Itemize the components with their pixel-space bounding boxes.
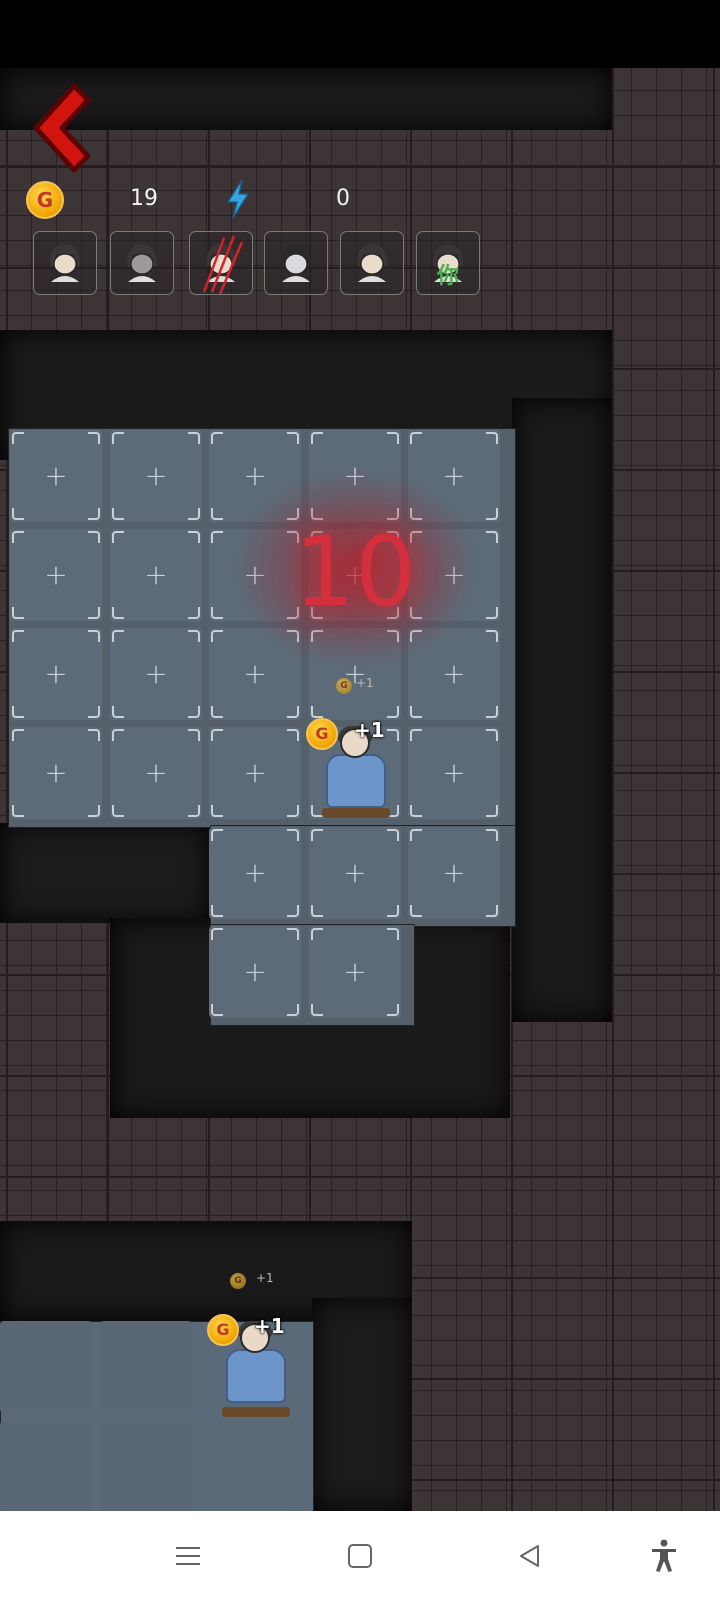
- corridor-left-wall: [0, 823, 210, 923]
- countdown-timer: 10: [293, 516, 417, 628]
- enemy-bed-coin-icon: G: [207, 1314, 239, 1346]
- floating-coin-text: +1: [356, 676, 374, 690]
- grid-cell[interactable]: +: [110, 727, 202, 819]
- character-slot[interactable]: [264, 231, 328, 295]
- bed-coin-icon[interactable]: G: [306, 718, 338, 750]
- grid-cell[interactable]: +: [209, 727, 301, 819]
- enemy-bed-income-label: +1: [254, 1314, 285, 1338]
- bed-frame: [222, 1407, 290, 1417]
- energy-count: 0: [336, 186, 350, 211]
- add-icon: +: [144, 459, 168, 492]
- girl-avatar-2-icon: [357, 244, 387, 282]
- system-navigation-bar: [0, 1511, 720, 1600]
- bed-frame: [322, 808, 390, 818]
- floating-coin-icon: G: [336, 678, 352, 694]
- add-icon: +: [343, 955, 367, 988]
- add-icon: +: [243, 756, 267, 789]
- lower-room-tile: [100, 1421, 192, 1511]
- add-icon: +: [44, 657, 68, 690]
- ghost-claw-avatar-icon: [202, 235, 244, 295]
- nav-accessibility-button[interactable]: [624, 1511, 704, 1600]
- menu-icon: [176, 1546, 200, 1565]
- bed-blanket: [226, 1349, 286, 1403]
- add-icon: +: [343, 856, 367, 889]
- grid-cell[interactable]: +: [309, 926, 401, 1018]
- floating-coin-text-lower: +1: [256, 1271, 274, 1285]
- add-icon: +: [44, 459, 68, 492]
- grid-cell[interactable]: +: [408, 827, 500, 919]
- lower-room-tile: [0, 1321, 92, 1413]
- add-icon: +: [44, 756, 68, 789]
- bed-income-label: +1: [354, 718, 385, 742]
- grid-cell[interactable]: +: [408, 727, 500, 819]
- add-icon: +: [442, 856, 466, 889]
- grid-cell[interactable]: +: [209, 827, 301, 919]
- bed-blanket: [326, 754, 386, 808]
- back-icon: [520, 1544, 539, 1567]
- lower-room-tile: [0, 1421, 92, 1511]
- energy-icon: [224, 178, 252, 220]
- girl-bow-avatar-icon: [127, 244, 157, 282]
- you-tag: 你: [437, 264, 460, 289]
- grid-cell[interactable]: +: [110, 628, 202, 720]
- add-icon: +: [44, 558, 68, 591]
- add-icon: +: [144, 657, 168, 690]
- nav-menu-button[interactable]: [148, 1511, 228, 1600]
- add-icon: +: [144, 558, 168, 591]
- grid-cell[interactable]: +: [309, 827, 401, 919]
- character-slot[interactable]: [33, 231, 97, 295]
- add-icon: +: [442, 756, 466, 789]
- nav-home-button[interactable]: [320, 1511, 400, 1600]
- pale-girl-avatar-icon: [281, 244, 311, 282]
- back-button[interactable]: [22, 82, 98, 174]
- add-icon: +: [243, 955, 267, 988]
- coin-icon: G: [26, 181, 64, 219]
- corridor-right-wall: [512, 398, 612, 1022]
- grid-cell[interactable]: +: [10, 628, 102, 720]
- home-icon: [348, 1543, 372, 1568]
- lower-room-tile: [100, 1321, 192, 1413]
- nav-back-button[interactable]: [490, 1511, 570, 1600]
- back-arrow-icon: [33, 83, 91, 173]
- character-slot[interactable]: [110, 231, 174, 295]
- girl-avatar-1-icon: [50, 244, 80, 282]
- character-slot[interactable]: [189, 231, 253, 295]
- coin-count: 19: [130, 186, 158, 211]
- grid-cell[interactable]: +: [209, 926, 301, 1018]
- character-slot[interactable]: 你: [416, 231, 480, 295]
- grid-cell[interactable]: +: [10, 529, 102, 621]
- add-icon: +: [144, 756, 168, 789]
- accessibility-icon: [652, 1539, 676, 1572]
- grid-cell[interactable]: +: [110, 529, 202, 621]
- character-slot[interactable]: [340, 231, 404, 295]
- grid-cell[interactable]: +: [110, 430, 202, 522]
- corridor-lower-right: [312, 1298, 412, 1511]
- add-icon: +: [243, 856, 267, 889]
- floating-coin-icon-lower: G: [230, 1273, 246, 1289]
- grid-cell[interactable]: +: [10, 430, 102, 522]
- grid-cell[interactable]: +: [10, 727, 102, 819]
- game-map: +++++++++++++++++++++++++ 10 G +1 G +1 G…: [0, 68, 720, 1511]
